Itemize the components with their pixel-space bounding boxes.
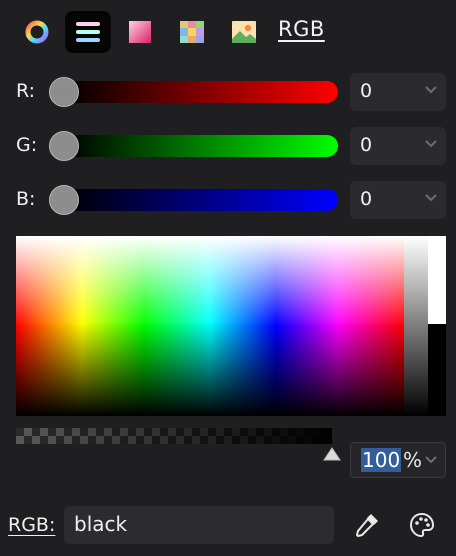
- gradient-square-icon: [129, 21, 151, 43]
- alpha-value: 100: [361, 448, 402, 472]
- image-colors-tab[interactable]: [221, 11, 267, 53]
- alpha-slider[interactable]: [16, 428, 332, 444]
- green-value: 0: [360, 134, 373, 156]
- red-value-spinbox[interactable]: 0: [350, 73, 446, 111]
- green-value-spinbox[interactable]: 0: [350, 127, 446, 165]
- chevron-down-icon: [425, 86, 437, 94]
- color-wheel-tab[interactable]: [14, 11, 60, 53]
- blue-slider-thumb[interactable]: [49, 185, 79, 215]
- green-slider-thumb[interactable]: [49, 131, 79, 161]
- blue-value: 0: [360, 188, 373, 210]
- alpha-unit: %: [403, 448, 423, 472]
- sliders-tab[interactable]: [65, 11, 111, 53]
- color-swatches-tab[interactable]: [169, 11, 215, 53]
- alpha-value-spinbox[interactable]: 100 %: [350, 442, 446, 478]
- red-value: 0: [360, 80, 373, 102]
- palette-button[interactable]: [405, 508, 439, 542]
- red-channel-label: R:: [16, 80, 36, 102]
- lightness-slider[interactable]: [404, 236, 428, 416]
- color-palettes-tab[interactable]: [117, 11, 163, 53]
- blue-value-spinbox[interactable]: 0: [350, 181, 446, 219]
- eyedropper-icon: [356, 514, 378, 537]
- color-name-label: RGB:: [8, 514, 56, 536]
- swatches-grid-icon: [180, 21, 204, 43]
- alpha-gradient: [16, 428, 332, 444]
- red-slider-track[interactable]: [64, 81, 338, 103]
- palette-icon: [409, 512, 435, 538]
- chevron-down-icon: [425, 456, 437, 464]
- green-channel-label: G:: [16, 134, 38, 156]
- sliders-icon: [76, 22, 100, 42]
- value-gradient: [16, 236, 404, 416]
- chevron-down-icon: [425, 194, 437, 202]
- blue-channel-label: B:: [16, 188, 36, 210]
- color-name-value: black: [74, 512, 128, 536]
- blue-slider-track[interactable]: [64, 189, 338, 211]
- eyedropper-button[interactable]: [350, 508, 384, 542]
- color-preview: [428, 236, 446, 416]
- color-wheel-icon: [25, 20, 49, 44]
- alpha-handle-triangle-icon[interactable]: [322, 446, 342, 462]
- image-icon: [232, 21, 256, 43]
- chevron-down-icon: [425, 140, 437, 148]
- green-slider-track[interactable]: [64, 135, 338, 157]
- rgb-mode-label[interactable]: RGB: [278, 17, 330, 49]
- color-name-input[interactable]: black: [64, 506, 334, 544]
- red-slider-thumb[interactable]: [49, 77, 79, 107]
- hue-saturation-field[interactable]: [16, 236, 404, 416]
